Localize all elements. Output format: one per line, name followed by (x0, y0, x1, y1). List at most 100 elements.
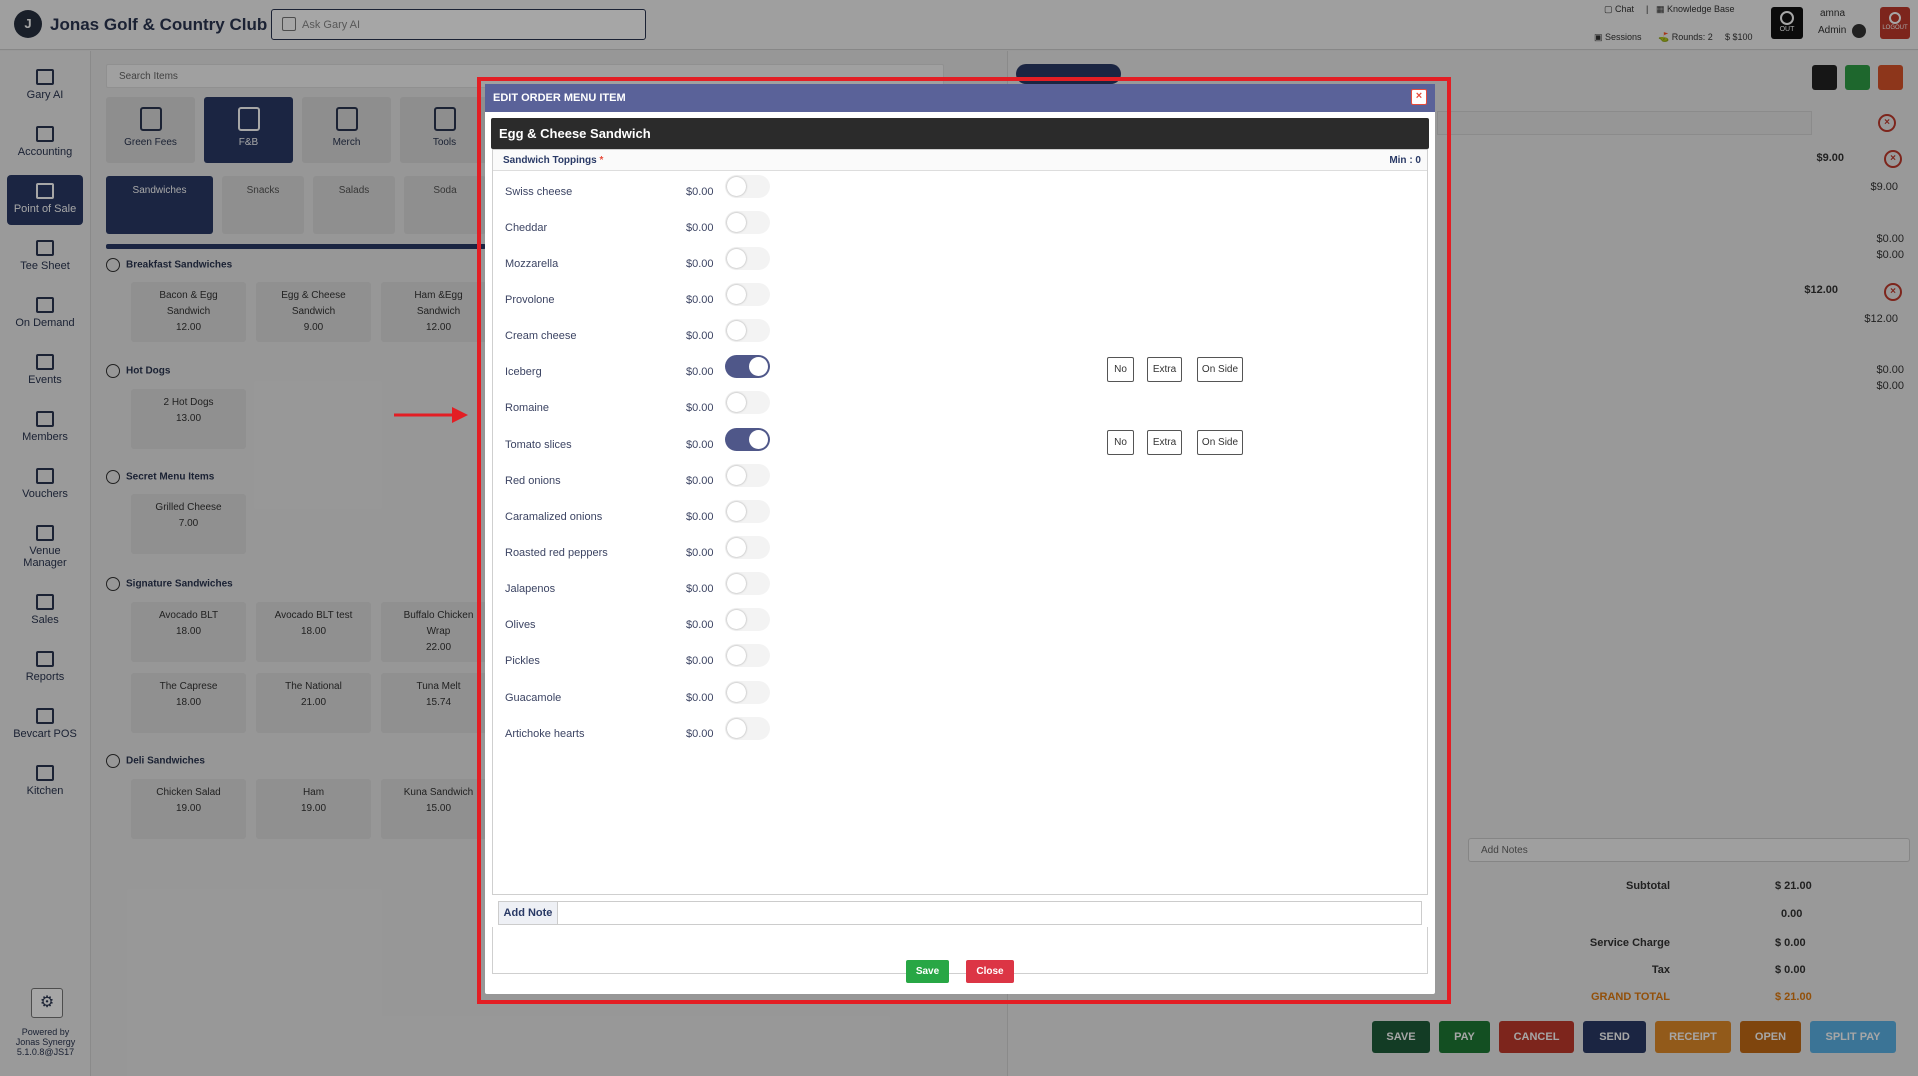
modal-close-icon[interactable]: × (1411, 89, 1427, 105)
option-name: Iceberg (505, 366, 542, 378)
option-row: Cream cheese $0.00 (493, 317, 1427, 353)
on-side-button[interactable]: On Side (1197, 430, 1243, 455)
option-row: Artichoke hearts $0.00 (493, 715, 1427, 751)
option-row: Caramalized onions $0.00 (493, 498, 1427, 534)
add-note-row: Add Note (492, 894, 1428, 927)
no-button[interactable]: No (1107, 430, 1134, 455)
option-price: $0.00 (686, 186, 714, 198)
option-price: $0.00 (686, 330, 714, 342)
option-row: Provolone $0.00 (493, 281, 1427, 317)
toggle-knob (727, 393, 746, 412)
option-name: Romaine (505, 402, 550, 414)
option-row: Roasted red peppers $0.00 (493, 534, 1427, 570)
option-price: $0.00 (686, 511, 714, 523)
option-price: $0.00 (686, 475, 714, 487)
option-name: Olives (505, 619, 536, 631)
option-toggle[interactable] (725, 319, 770, 342)
extra-button[interactable]: Extra (1147, 357, 1182, 382)
option-row: Guacamole $0.00 (493, 679, 1427, 715)
option-toggle[interactable] (725, 391, 770, 414)
option-price: $0.00 (686, 402, 714, 414)
option-name: Swiss cheese (505, 186, 573, 198)
option-name: Mozzarella (505, 258, 559, 270)
option-price: $0.00 (686, 655, 714, 667)
toggle-knob (727, 321, 746, 340)
option-toggle[interactable] (725, 175, 770, 198)
toggle-knob (749, 430, 768, 449)
option-row: Cheddar $0.00 (493, 209, 1427, 245)
option-toggle[interactable] (725, 681, 770, 704)
option-name: Roasted red peppers (505, 547, 608, 559)
option-name: Red onions (505, 475, 561, 487)
on-side-button[interactable]: On Side (1197, 357, 1243, 382)
close-button[interactable]: Close (966, 960, 1014, 983)
option-row: Pickles $0.00 (493, 642, 1427, 678)
add-note-label: Add Note (498, 901, 558, 925)
option-toggle[interactable] (725, 500, 770, 523)
option-price: $0.00 (686, 222, 714, 234)
option-toggle[interactable] (725, 644, 770, 667)
option-name: Artichoke hearts (505, 728, 585, 740)
option-name: Jalapenos (505, 583, 556, 595)
option-price: $0.00 (686, 439, 714, 451)
option-toggle[interactable] (725, 717, 770, 740)
option-toggle[interactable] (725, 608, 770, 631)
option-price: $0.00 (686, 258, 714, 270)
modifier-group-header: Sandwich Toppings * Min : 0 (493, 150, 1427, 171)
option-toggle[interactable] (725, 536, 770, 559)
option-toggle[interactable] (725, 572, 770, 595)
modal-title: EDIT ORDER MENU ITEM (493, 92, 626, 104)
option-price: $0.00 (686, 692, 714, 704)
option-name: Provolone (505, 294, 555, 306)
modal-header: EDIT ORDER MENU ITEM (485, 84, 1435, 112)
option-price: $0.00 (686, 366, 714, 378)
toggle-knob (727, 683, 746, 702)
toggle-knob (727, 213, 746, 232)
option-toggle[interactable] (725, 247, 770, 270)
option-row: Iceberg $0.00 No Extra On Side (493, 353, 1427, 389)
toggle-knob (727, 646, 746, 665)
option-name: Cream cheese (505, 330, 577, 342)
option-price: $0.00 (686, 583, 714, 595)
option-name: Cheddar (505, 222, 548, 234)
edit-order-item-modal: EDIT ORDER MENU ITEM × Egg & Cheese Sand… (485, 84, 1435, 994)
toggle-knob (727, 538, 746, 557)
add-note-input[interactable] (558, 901, 1422, 925)
modifier-group-title: Sandwich Toppings * (503, 155, 604, 166)
toggle-knob (727, 466, 746, 485)
toggle-knob (749, 357, 768, 376)
no-button[interactable]: No (1107, 357, 1134, 382)
option-row: Tomato slices $0.00 No Extra On Side (493, 426, 1427, 462)
toggle-knob (727, 285, 746, 304)
annotation-arrow-icon (394, 407, 468, 423)
option-row: Swiss cheese $0.00 (493, 173, 1427, 209)
option-row: Mozzarella $0.00 (493, 245, 1427, 281)
option-toggle[interactable] (725, 211, 770, 234)
option-name: Guacamole (505, 692, 562, 704)
options-panel: Sandwich Toppings * Min : 0 Swiss cheese… (492, 149, 1428, 974)
option-row: Jalapenos $0.00 (493, 570, 1427, 606)
option-row: Olives $0.00 (493, 606, 1427, 642)
toggle-knob (727, 249, 746, 268)
toggle-knob (727, 574, 746, 593)
option-price: $0.00 (686, 547, 714, 559)
option-name: Caramalized onions (505, 511, 603, 523)
toggle-knob (727, 610, 746, 629)
option-toggle[interactable] (725, 283, 770, 306)
option-toggle[interactable] (725, 428, 770, 451)
option-name: Tomato slices (505, 439, 572, 451)
option-toggle[interactable] (725, 464, 770, 487)
toggle-knob (727, 719, 746, 738)
option-price: $0.00 (686, 619, 714, 631)
modifier-min-label: Min : 0 (1389, 155, 1421, 166)
option-row: Romaine $0.00 (493, 389, 1427, 425)
option-price: $0.00 (686, 294, 714, 306)
extra-button[interactable]: Extra (1147, 430, 1182, 455)
option-toggle[interactable] (725, 355, 770, 378)
option-price: $0.00 (686, 728, 714, 740)
option-name: Pickles (505, 655, 540, 667)
toggle-knob (727, 502, 746, 521)
save-button[interactable]: Save (906, 960, 949, 983)
toggle-knob (727, 177, 746, 196)
option-row: Red onions $0.00 (493, 462, 1427, 498)
